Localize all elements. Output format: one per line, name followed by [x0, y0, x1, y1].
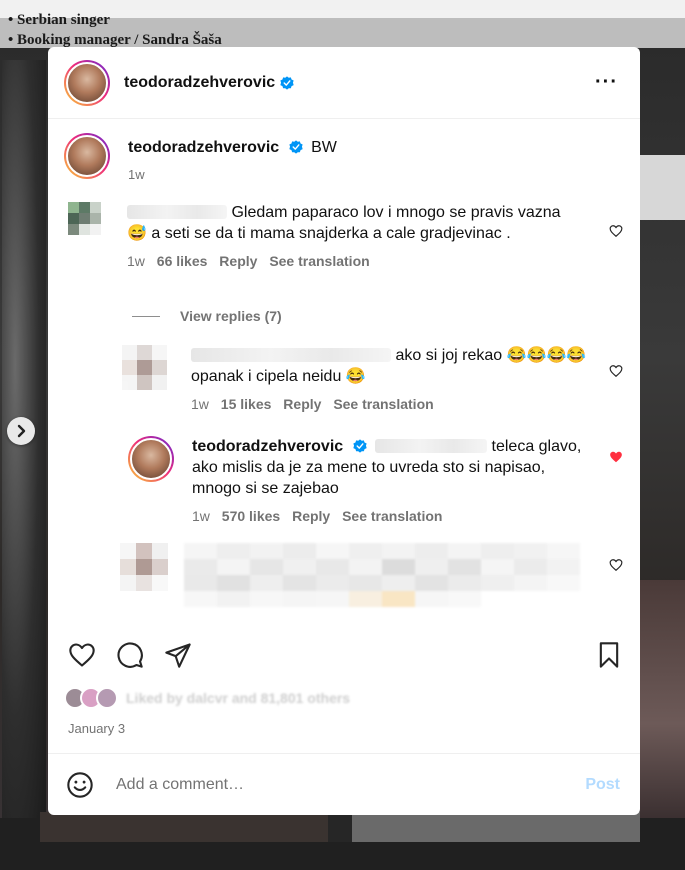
reply-comment-author: teodoradzehverovic teleca glavo, ako mis… [128, 436, 592, 524]
see-translation-button[interactable]: See translation [342, 508, 442, 524]
view-replies-label: View replies (7) [180, 308, 282, 324]
emoji: 😂😂😂😂 [506, 347, 587, 364]
reply-likes[interactable]: 570 likes [222, 508, 280, 524]
reply-comment: ako si joj rekao 😂😂😂😂 opanak i cipela ne… [122, 345, 601, 412]
background-photo-right-lower [640, 580, 685, 820]
heart-icon[interactable] [609, 558, 623, 572]
caption-avatar[interactable] [64, 133, 110, 179]
comment-text-line2: a seti se da ti mama snajderka a cale gr… [151, 225, 511, 242]
see-translation-button[interactable]: See translation [333, 396, 433, 412]
see-translation-button[interactable]: See translation [269, 253, 369, 269]
caption-username[interactable]: teodoradzehverovic [128, 139, 279, 156]
commenter-avatar[interactable] [120, 543, 168, 607]
liker-avatars [64, 687, 118, 709]
post-caption: teodoradzehverovic BW 1w [64, 133, 337, 182]
next-post-button[interactable] [7, 417, 35, 445]
author-username[interactable]: teodoradzehverovic [124, 74, 275, 92]
heart-filled-icon[interactable] [609, 450, 623, 464]
reply-text-line2: opanak i cipela neidu [191, 368, 342, 385]
post-date: January 3 [68, 721, 126, 736]
reply-text: ako si joj rekao [395, 347, 503, 364]
reply-text-line2: ako mislis da je za mene to uvreda sto s… [192, 459, 546, 476]
comment-composer: Add a comment… Post [48, 753, 640, 815]
caption-text: BW [311, 139, 337, 156]
emoji: 😂 [345, 368, 366, 385]
author-avatar[interactable] [64, 59, 110, 106]
background-profile-bio: • Serbian singer • Booking manager / San… [0, 12, 685, 48]
blurred-username-mention [191, 348, 391, 362]
more-options-button[interactable]: ··· [595, 71, 618, 94]
blurred-username [127, 205, 227, 219]
heart-icon[interactable] [609, 364, 623, 378]
blurred-username-mention [375, 439, 488, 453]
bookmark-icon[interactable] [595, 641, 623, 669]
heart-icon[interactable] [609, 224, 623, 238]
author-avatar[interactable] [128, 436, 174, 482]
blurred-comment-body [184, 543, 580, 607]
comment-likes[interactable]: 66 likes [157, 253, 208, 269]
post-header: teodoradzehverovic ··· [48, 47, 640, 119]
background-photo-right [640, 155, 685, 220]
divider-line [132, 315, 160, 317]
comment-text: Gledam paparaco lov i mnogo se pravis va… [231, 204, 561, 221]
emoji-icon[interactable] [66, 771, 94, 799]
emoji: 😅 [127, 225, 147, 242]
reply-age: 1w [191, 396, 209, 412]
reply-text: teleca glavo, [491, 438, 582, 455]
reply-button[interactable]: Reply [219, 253, 257, 269]
reply-text-line3: mnogo si se zajebao [192, 480, 339, 497]
verified-icon [280, 75, 294, 90]
chevron-right-icon [17, 424, 26, 438]
post-modal: teodoradzehverovic ··· teodoradzehverovi… [48, 47, 640, 815]
reply-age: 1w [192, 508, 210, 524]
verified-icon [352, 439, 367, 453]
comment-input[interactable]: Add a comment… [116, 776, 585, 794]
post-comment-button[interactable]: Post [585, 776, 620, 794]
commenter-avatar[interactable] [68, 202, 101, 269]
comment: Gledam paparaco lov i mnogo se pravis va… [68, 202, 587, 269]
likes-summary[interactable]: Liked by dalcvr and 81,801 others [64, 687, 350, 709]
post-actions [48, 627, 640, 687]
comment-icon[interactable] [116, 641, 144, 669]
bio-line-1: • Serbian singer [8, 12, 110, 28]
share-icon[interactable] [164, 641, 192, 669]
reply-username[interactable]: teodoradzehverovic [192, 438, 343, 455]
heart-icon[interactable] [68, 641, 96, 669]
reply-comment-blurred [120, 543, 580, 607]
comment-age: 1w [127, 253, 145, 269]
caption-age: 1w [128, 167, 145, 182]
commenter-avatar[interactable] [122, 345, 167, 412]
verified-icon [288, 140, 303, 154]
view-replies-button[interactable]: View replies (7) [132, 308, 282, 324]
reply-button[interactable]: Reply [292, 508, 330, 524]
background-bottom-photos [40, 812, 640, 842]
likes-text: Liked by dalcvr and 81,801 others [126, 690, 351, 706]
reply-button[interactable]: Reply [283, 396, 321, 412]
reply-likes[interactable]: 15 likes [221, 396, 272, 412]
